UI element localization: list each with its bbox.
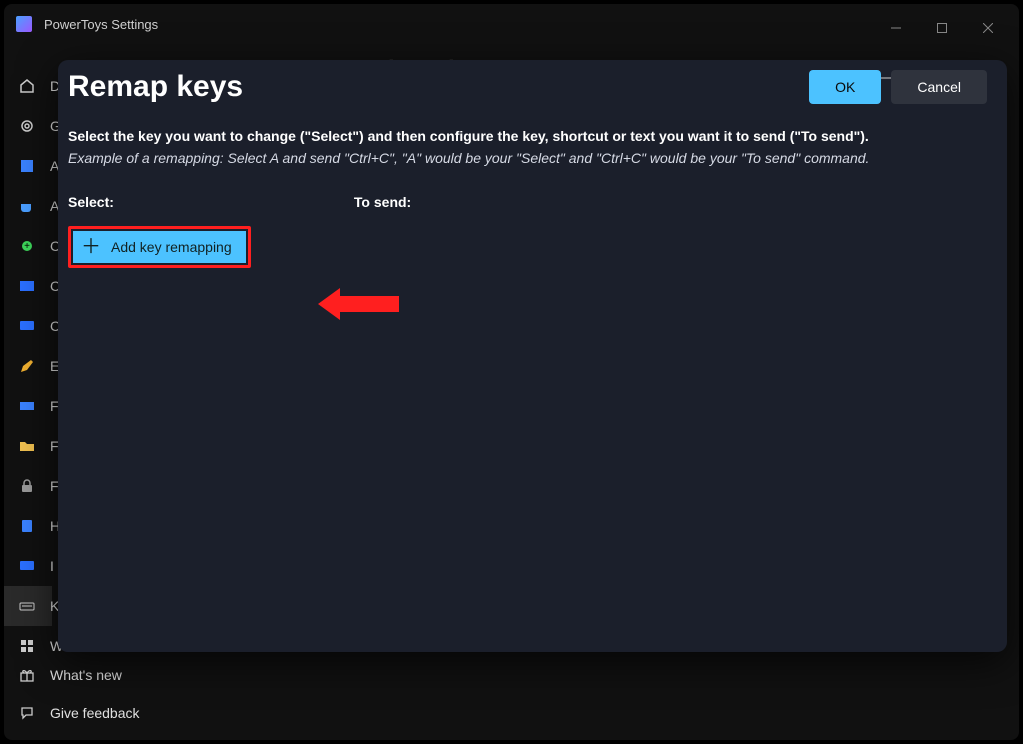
monitor2-icon — [18, 557, 36, 575]
sidebar-item-10[interactable]: Fi — [4, 466, 52, 506]
dialog-example: Example of a remapping: Select A and sen… — [68, 150, 997, 166]
dialog-action-buttons: OK Cancel — [809, 70, 987, 104]
dialog-title: Remap keys — [68, 70, 243, 104]
plus-icon: ＋ — [81, 237, 101, 257]
home-icon — [18, 77, 36, 95]
gear-icon — [18, 117, 36, 135]
column-headers: Select: To send: — [68, 194, 997, 210]
sidebar-item-3[interactable]: A — [4, 186, 52, 226]
sidebar-whats-new[interactable]: What's new — [4, 656, 140, 694]
add-key-remapping-button[interactable]: ＋ Add key remapping — [73, 231, 246, 263]
green-plus-icon: + — [18, 237, 36, 255]
window-controls — [873, 12, 1011, 44]
dialog-instruction: Select the key you want to change ("Sele… — [68, 128, 997, 144]
sidebar-item-5[interactable]: C — [4, 266, 52, 306]
gift-icon — [18, 666, 36, 684]
monitor-icon — [18, 317, 36, 335]
grid-icon — [18, 637, 36, 655]
svg-text:+: + — [24, 241, 30, 252]
minimize-button[interactable] — [873, 12, 919, 44]
blue-rect-icon — [18, 397, 36, 415]
app-icon — [16, 16, 32, 32]
sidebar-item-9[interactable]: Fi — [4, 426, 52, 466]
add-button-highlight: ＋ Add key remapping — [68, 226, 251, 268]
sidebar-item-general[interactable]: G — [4, 106, 52, 146]
dialog-header: Remap keys OK Cancel — [58, 70, 1007, 104]
arrow-head-icon — [318, 288, 340, 320]
arrow-line — [339, 296, 399, 312]
col-select-label: Select: — [68, 194, 114, 210]
keyboard-icon — [18, 597, 36, 615]
sidebar-item-7[interactable]: E — [4, 346, 52, 386]
sidebar-item-12[interactable]: I — [4, 546, 52, 586]
sidebar: D G A A +C C C E Fa Fi Fi H I K W What's… — [4, 56, 52, 740]
sidebar-item-home[interactable]: D — [4, 66, 52, 106]
lock-icon — [18, 477, 36, 495]
sidebar-item-keyboard[interactable]: K — [4, 586, 52, 626]
feedback-icon — [18, 704, 36, 722]
blue-square-icon — [18, 157, 36, 175]
cancel-button[interactable]: Cancel — [891, 70, 987, 104]
sidebar-item-11[interactable]: H — [4, 506, 52, 546]
ok-button[interactable]: OK — [809, 70, 881, 104]
main-titlebar: PowerToys Settings — [4, 4, 1019, 44]
sidebar-item-6[interactable]: C — [4, 306, 52, 346]
sidebar-item-8[interactable]: Fa — [4, 386, 52, 426]
pencil-blue-icon — [18, 277, 36, 295]
sidebar-item-4[interactable]: +C — [4, 226, 52, 266]
app-title: PowerToys Settings — [44, 17, 158, 32]
add-button-label: Add key remapping — [111, 239, 232, 255]
close-button[interactable] — [965, 12, 1011, 44]
folder-icon — [18, 437, 36, 455]
dialog-body: Select the key you want to change ("Sele… — [58, 104, 1007, 278]
col-tosend-label: To send: — [354, 194, 411, 210]
remap-keys-dialog: Remap keys OK Cancel Select the key you … — [58, 60, 1007, 652]
cup-icon — [18, 197, 36, 215]
sidebar-item-2[interactable]: A — [4, 146, 52, 186]
annotation-arrow — [318, 288, 399, 320]
sidebar-feedback[interactable]: Give feedback — [4, 694, 140, 732]
maximize-button[interactable] — [919, 12, 965, 44]
doc-icon — [18, 517, 36, 535]
pencil-yellow-icon — [18, 357, 36, 375]
